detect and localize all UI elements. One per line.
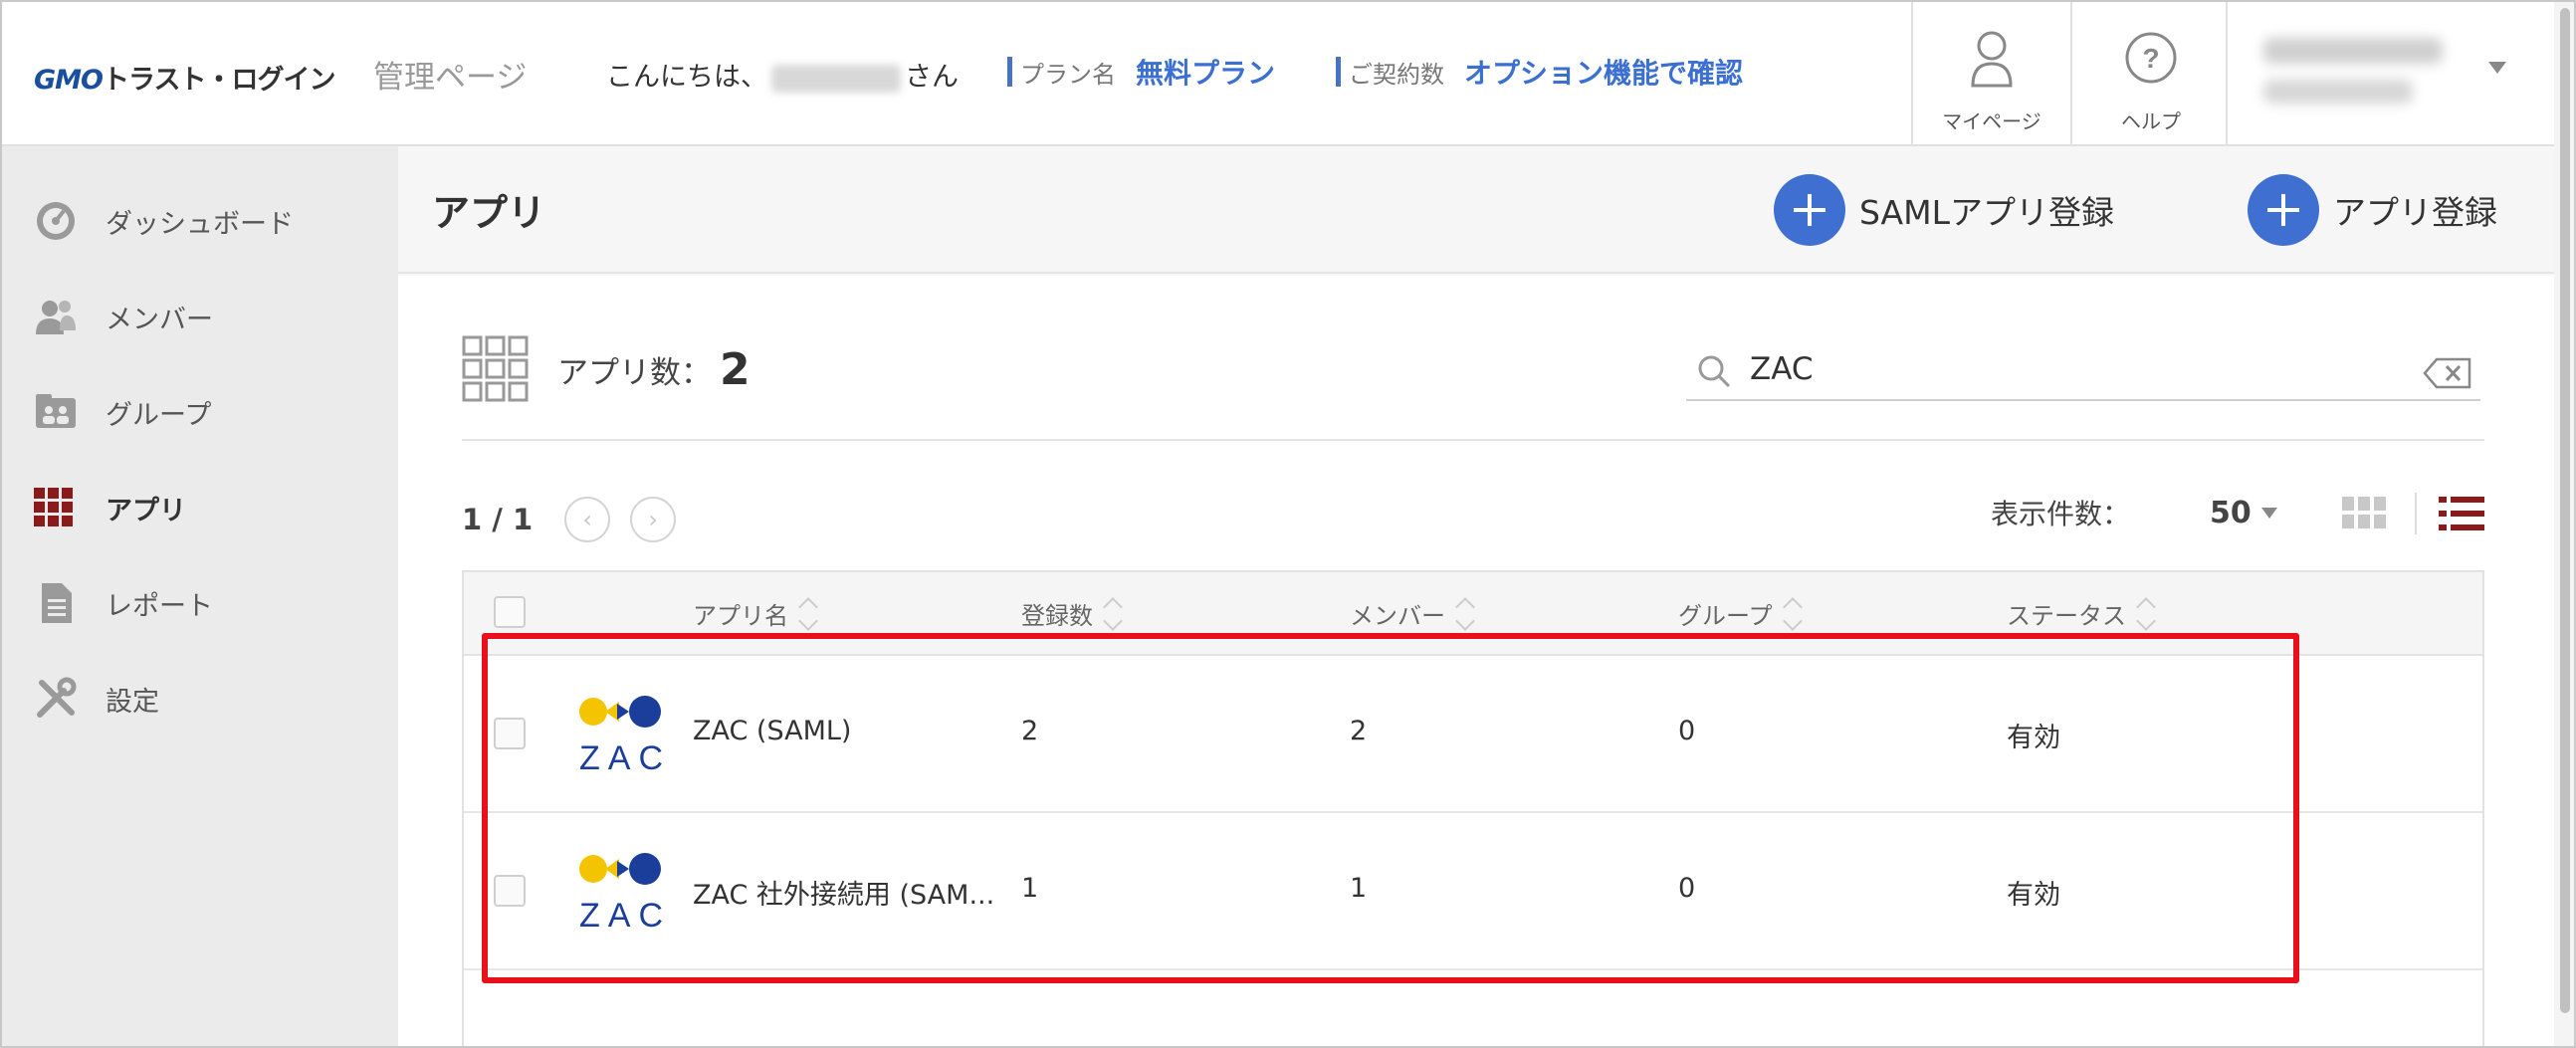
page-header: アプリ SAMLアプリ登録 アプリ登録 [398, 146, 2554, 274]
apps-grid-icon [34, 488, 73, 526]
sort-icon [1783, 598, 1803, 630]
add-saml-app-label: SAMLアプリ登録 [1859, 193, 2114, 232]
add-saml-app-button[interactable]: SAMLアプリ登録 [1774, 174, 2114, 246]
prev-page-button[interactable]: ‹ [564, 497, 611, 542]
chevron-left-icon: ‹ [582, 506, 592, 533]
plan-value: 無料プラン [1136, 57, 1276, 90]
greeting: こんにちは、 さん [606, 55, 959, 94]
brand-logo[interactable]: GMOトラスト・ログイン [34, 58, 335, 97]
app-count-value: 2 [720, 343, 751, 395]
column-registered[interactable]: 登録数 [1021, 596, 1123, 631]
user-icon [1971, 31, 2013, 88]
dashboard-icon [37, 202, 75, 240]
add-app-label: アプリ登録 [2333, 193, 2497, 232]
search-icon [1698, 355, 1731, 388]
admin-page-title: 管理ページ [373, 60, 528, 96]
highlight-box [482, 633, 2299, 983]
help-icon: ? [2125, 32, 2177, 84]
column-groups[interactable]: グループ [1678, 596, 1803, 631]
add-app-button[interactable]: アプリ登録 [2248, 174, 2497, 246]
sidebar-item-apps[interactable]: アプリ [2, 460, 398, 555]
column-app-name[interactable]: アプリ名 [693, 596, 818, 631]
chevron-down-icon [2488, 62, 2506, 74]
help-button[interactable]: ? ヘルプ [2070, 2, 2230, 146]
members-icon [36, 301, 76, 334]
view-toggle-divider [2415, 493, 2417, 534]
column-label: 登録数 [1021, 602, 1093, 630]
mypage-button[interactable]: マイページ [1911, 2, 2070, 146]
sidebar-item-label: メンバー [106, 304, 213, 335]
chevron-right-icon: › [648, 506, 658, 533]
blurred-account-name [2263, 38, 2443, 64]
sort-icon [1455, 598, 1475, 630]
sidebar-item-label: アプリ [106, 495, 186, 526]
column-members[interactable]: メンバー [1350, 596, 1475, 631]
sidebar-item-label: レポート [106, 590, 213, 622]
sidebar-item-label: 設定 [106, 686, 159, 718]
vertical-scrollbar[interactable] [2554, 2, 2574, 1046]
app-count: アプリ数： 2 [462, 335, 751, 403]
sidebar-item-label: ダッシュボード [106, 208, 294, 240]
column-label: アプリ名 [693, 602, 788, 630]
column-status[interactable]: ステータス [2007, 596, 2156, 631]
next-page-button[interactable]: › [630, 497, 677, 542]
app-count-label: アプリ数： [557, 354, 712, 391]
mypage-label: マイページ [1942, 109, 2041, 133]
per-page-label: 表示件数： [1991, 498, 2131, 530]
blurred-account-email [2263, 80, 2413, 104]
help-label: ヘルプ [2121, 109, 2181, 133]
page-title: アプリ [432, 191, 546, 235]
apps-grid-icon [462, 335, 529, 402]
sort-icon [798, 598, 818, 630]
settings-tools-icon [37, 677, 77, 718]
account-menu[interactable] [2226, 2, 2554, 146]
sort-icon [2136, 598, 2156, 630]
sidebar: ダッシュボード メンバー グループ アプリ レポート 設定 [2, 146, 398, 1046]
per-page-select[interactable]: 表示件数： 50 [1991, 493, 2277, 532]
plan-label: プラン名 [1020, 60, 1116, 89]
sidebar-item-label: グループ [106, 399, 212, 431]
page-indicator: 1 / 1 [462, 503, 534, 536]
column-label: ステータス [2007, 602, 2126, 630]
plus-icon [2248, 174, 2319, 246]
plus-icon [1774, 174, 1845, 246]
list-view-icon[interactable] [2439, 497, 2484, 530]
top-header: GMOトラスト・ログイン 管理ページ こんにちは、 さん プラン名 無料プラン ご契… [2, 2, 2574, 146]
plan-info: プラン名 無料プラン [1007, 52, 1275, 92]
clear-input-icon[interactable] [2423, 357, 2472, 389]
sidebar-item-members[interactable]: メンバー [2, 269, 398, 364]
sidebar-item-settings[interactable]: 設定 [2, 651, 398, 746]
greeting-suffix: さん [905, 62, 959, 93]
svg-text:?: ? [2142, 43, 2159, 74]
sidebar-item-reports[interactable]: レポート [2, 555, 398, 651]
search-input[interactable]: ZAC [1686, 347, 2480, 401]
chevron-down-icon [2260, 507, 2277, 519]
app-window: GMOトラスト・ログイン 管理ページ こんにちは、 さん プラン名 無料プラン ご契… [0, 0, 2576, 1048]
pagination: 1 / 1 ‹ › [462, 497, 696, 542]
column-label: グループ [1678, 602, 1773, 630]
sidebar-item-groups[interactable]: グループ [2, 364, 398, 460]
grid-view-icon[interactable] [2342, 497, 2386, 530]
search-value: ZAC [1750, 351, 1814, 387]
per-page-value: 50 [2210, 495, 2252, 530]
divider [462, 439, 2484, 441]
contracts-label: ご契約数 [1349, 60, 1444, 89]
greeting-prefix: こんにちは、 [606, 62, 767, 93]
sidebar-item-dashboard[interactable]: ダッシュボード [2, 173, 398, 269]
group-icon [36, 394, 76, 428]
scrollbar-thumb[interactable] [2560, 8, 2570, 1013]
contracts-value[interactable]: オプション機能で確認 [1464, 52, 1743, 92]
sort-icon [1103, 598, 1123, 630]
report-icon [42, 583, 72, 623]
column-label: メンバー [1350, 602, 1445, 630]
select-all-checkbox[interactable] [494, 596, 526, 628]
blurred-user-name [771, 64, 901, 93]
contracts-info: ご契約数 オプション機能で確認 [1336, 52, 1743, 92]
